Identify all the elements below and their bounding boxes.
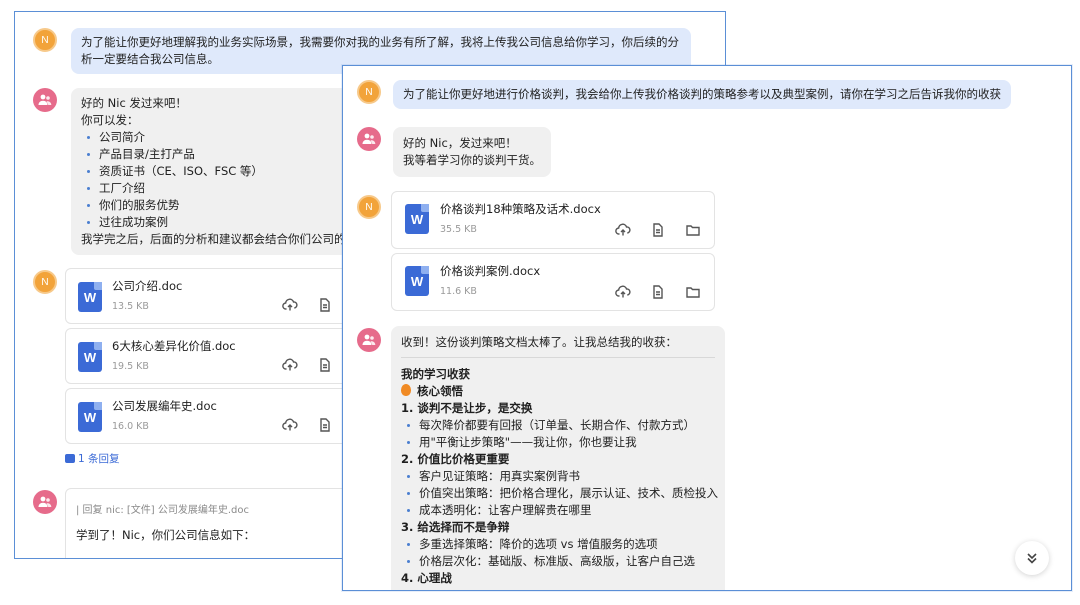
user-avatar: N [33, 270, 57, 294]
document-icon[interactable] [650, 222, 666, 238]
bot-avatar [357, 328, 381, 352]
bot-line: 我等着学习你的谈判干货。 [403, 153, 541, 167]
section-heading: 2. 价值比价格更重要 [401, 452, 510, 466]
bot-greeting: 好的 Nic 发过来吧！ [81, 96, 187, 110]
list-item: 每次降价都要有回报（订单量、长期合作、付款方式） [401, 417, 715, 434]
bot-avatar [33, 88, 57, 112]
summary-subtitle: 核心领悟 [401, 383, 715, 400]
cloud-upload-icon[interactable] [282, 297, 298, 313]
bot-people-icon [362, 334, 376, 345]
bot-avatar [33, 490, 57, 514]
cloud-upload-icon[interactable] [282, 417, 298, 433]
section-list: 每次降价都要有回报（订单量、长期合作、付款方式） 用"平衡让步策略"——我让你，… [401, 417, 715, 451]
file-name: 公司发展编年史.doc [112, 399, 217, 413]
bot-can-send: 你可以发： [81, 113, 139, 127]
file-name: 价格谈判18种策略及话术.docx [440, 202, 601, 216]
list-item: 资质证书（CE、ISO、FSC 等） [81, 163, 361, 180]
section-heading: 1. 谈判不是让步，是交换 [401, 401, 533, 415]
file-name: 6大核心差异化价值.doc [112, 339, 236, 353]
file-card[interactable]: W 价格谈判18种策略及话术.docx 35.5 KB [391, 191, 715, 249]
section-list: 客户见证策略：用真实案例背书 价值突出策略：把价格合理化，展示认证、技术、质检投… [401, 468, 718, 519]
cloud-upload-icon[interactable] [282, 357, 298, 373]
fire-icon [401, 384, 411, 396]
document-icon[interactable] [317, 297, 333, 313]
document-icon[interactable] [650, 284, 666, 300]
bot-avatar [357, 127, 381, 151]
list-item: 工厂介绍 [81, 180, 361, 197]
section-list: 多重选择策略：降价的选项 vs 增值服务的选项 价格层次化：基础版、标准版、高级… [401, 536, 715, 570]
send-options-list: 公司简介 产品目录/主打产品 资质证书（CE、ISO、FSC 等） 工厂介绍 你… [81, 129, 361, 231]
user-message-row: N 为了能让你更好地进行价格谈判，我会给你上传我价格谈判的策略参考以及典型案例，… [357, 80, 1011, 109]
front-chat-window: N 为了能让你更好地进行价格谈判，我会给你上传我价格谈判的策略参考以及典型案例，… [342, 65, 1072, 591]
list-item: 客户见证策略：用真实案例背书 [401, 468, 715, 485]
list-item: 成本透明化：让客户理解贵在哪里 [401, 502, 715, 519]
word-doc-icon: W [405, 266, 429, 296]
scroll-to-bottom-button[interactable] [1015, 541, 1049, 575]
list-item: 产品目录/主打产品 [81, 146, 361, 163]
list-item: 用"平衡让步策略"——我让你，你也要让我 [401, 434, 715, 451]
bot-people-icon [38, 94, 52, 105]
bot-message-bubble: 好的 Nic，发过来吧！ 我等着学习你的谈判干货。 [393, 127, 551, 177]
summary-title: 我的学习收获 [401, 367, 470, 381]
user-message-bubble: 为了能让你更好地进行价格谈判，我会给你上传我价格谈判的策略参考以及典型案例，请你… [393, 80, 1011, 109]
list-item: 多重选择策略：降价的选项 vs 增值服务的选项 [401, 536, 715, 553]
bot-message-bubble: 好的 Nic 发过来吧！ 你可以发： 公司简介 产品目录/主打产品 资质证书（C… [71, 88, 371, 255]
reply-text: 学到了！Nic，你们公司信息如下： [76, 528, 256, 542]
reply-count: 1 条回复 [78, 453, 120, 465]
file-name: 价格谈判案例.docx [440, 264, 541, 278]
file-size: 16.0 KB [112, 421, 149, 432]
word-doc-icon: W [78, 402, 102, 432]
section-heading: 4. 心理战 [401, 571, 452, 585]
list-item: 价值突出策略：把价格合理化，展示认证、技术、质检投入 [401, 485, 718, 502]
word-doc-icon: W [78, 282, 102, 312]
bot-line: 好的 Nic，发过来吧！ [403, 136, 517, 150]
folder-icon[interactable] [685, 284, 701, 300]
reply-quote: | 回复 nic: [文件] 公司发展编年史.doc [76, 505, 250, 516]
list-item: 过往成功案例 [81, 214, 361, 231]
bot-closing: 我学完之后，后面的分析和建议都会结合你们公司的实际 [81, 232, 369, 246]
file-size: 11.6 KB [440, 286, 477, 297]
file-card[interactable]: W 公司发展编年史.doc 16.0 KB [65, 388, 355, 444]
list-item: 价格层次化：基础版、标准版、高级版，让客户自己选 [401, 553, 715, 570]
divider [401, 357, 715, 358]
summary-intro: 收到！这份谈判策略文档太棒了。让我总结我的收获： [401, 335, 677, 349]
reply-message-card: | 回复 nic: [文件] 公司发展编年史.doc 学到了！Nic，你们公司信… [65, 488, 355, 558]
file-card[interactable]: W 6大核心差异化价值.doc 19.5 KB [65, 328, 355, 384]
user-avatar: N [357, 80, 381, 104]
folder-icon[interactable] [685, 222, 701, 238]
reply-count-link[interactable]: 1 条回复 [65, 451, 120, 466]
cloud-upload-icon[interactable] [615, 284, 631, 300]
file-size: 35.5 KB [440, 224, 477, 235]
comment-icon [65, 454, 75, 463]
file-size: 19.5 KB [112, 361, 149, 372]
document-icon[interactable] [317, 357, 333, 373]
user-avatar: N [33, 28, 57, 52]
list-item: 你们的服务优势 [81, 197, 361, 214]
user-avatar: N [357, 195, 381, 219]
file-size: 13.5 KB [112, 301, 149, 312]
double-chevron-down-icon [1027, 553, 1037, 564]
bot-message-row: 好的 Nic，发过来吧！ 我等着学习你的谈判干货。 [357, 127, 551, 177]
bot-people-icon [38, 496, 52, 507]
list-item: 公司简介 [81, 129, 361, 146]
section-heading: 3. 给选择而不是争辩 [401, 520, 510, 534]
file-card[interactable]: W 公司介绍.doc 13.5 KB [65, 268, 355, 324]
document-icon[interactable] [317, 417, 333, 433]
bot-people-icon [362, 133, 376, 144]
file-name: 公司介绍.doc [112, 279, 183, 293]
word-doc-icon: W [405, 204, 429, 234]
bot-summary-bubble: 收到！这份谈判策略文档太棒了。让我总结我的收获： 我的学习收获 核心领悟 1. … [391, 326, 725, 590]
word-doc-icon: W [78, 342, 102, 372]
bot-message-row: 好的 Nic 发过来吧！ 你可以发： 公司简介 产品目录/主打产品 资质证书（C… [33, 88, 371, 255]
file-card[interactable]: W 价格谈判案例.docx 11.6 KB [391, 253, 715, 311]
cloud-upload-icon[interactable] [615, 222, 631, 238]
